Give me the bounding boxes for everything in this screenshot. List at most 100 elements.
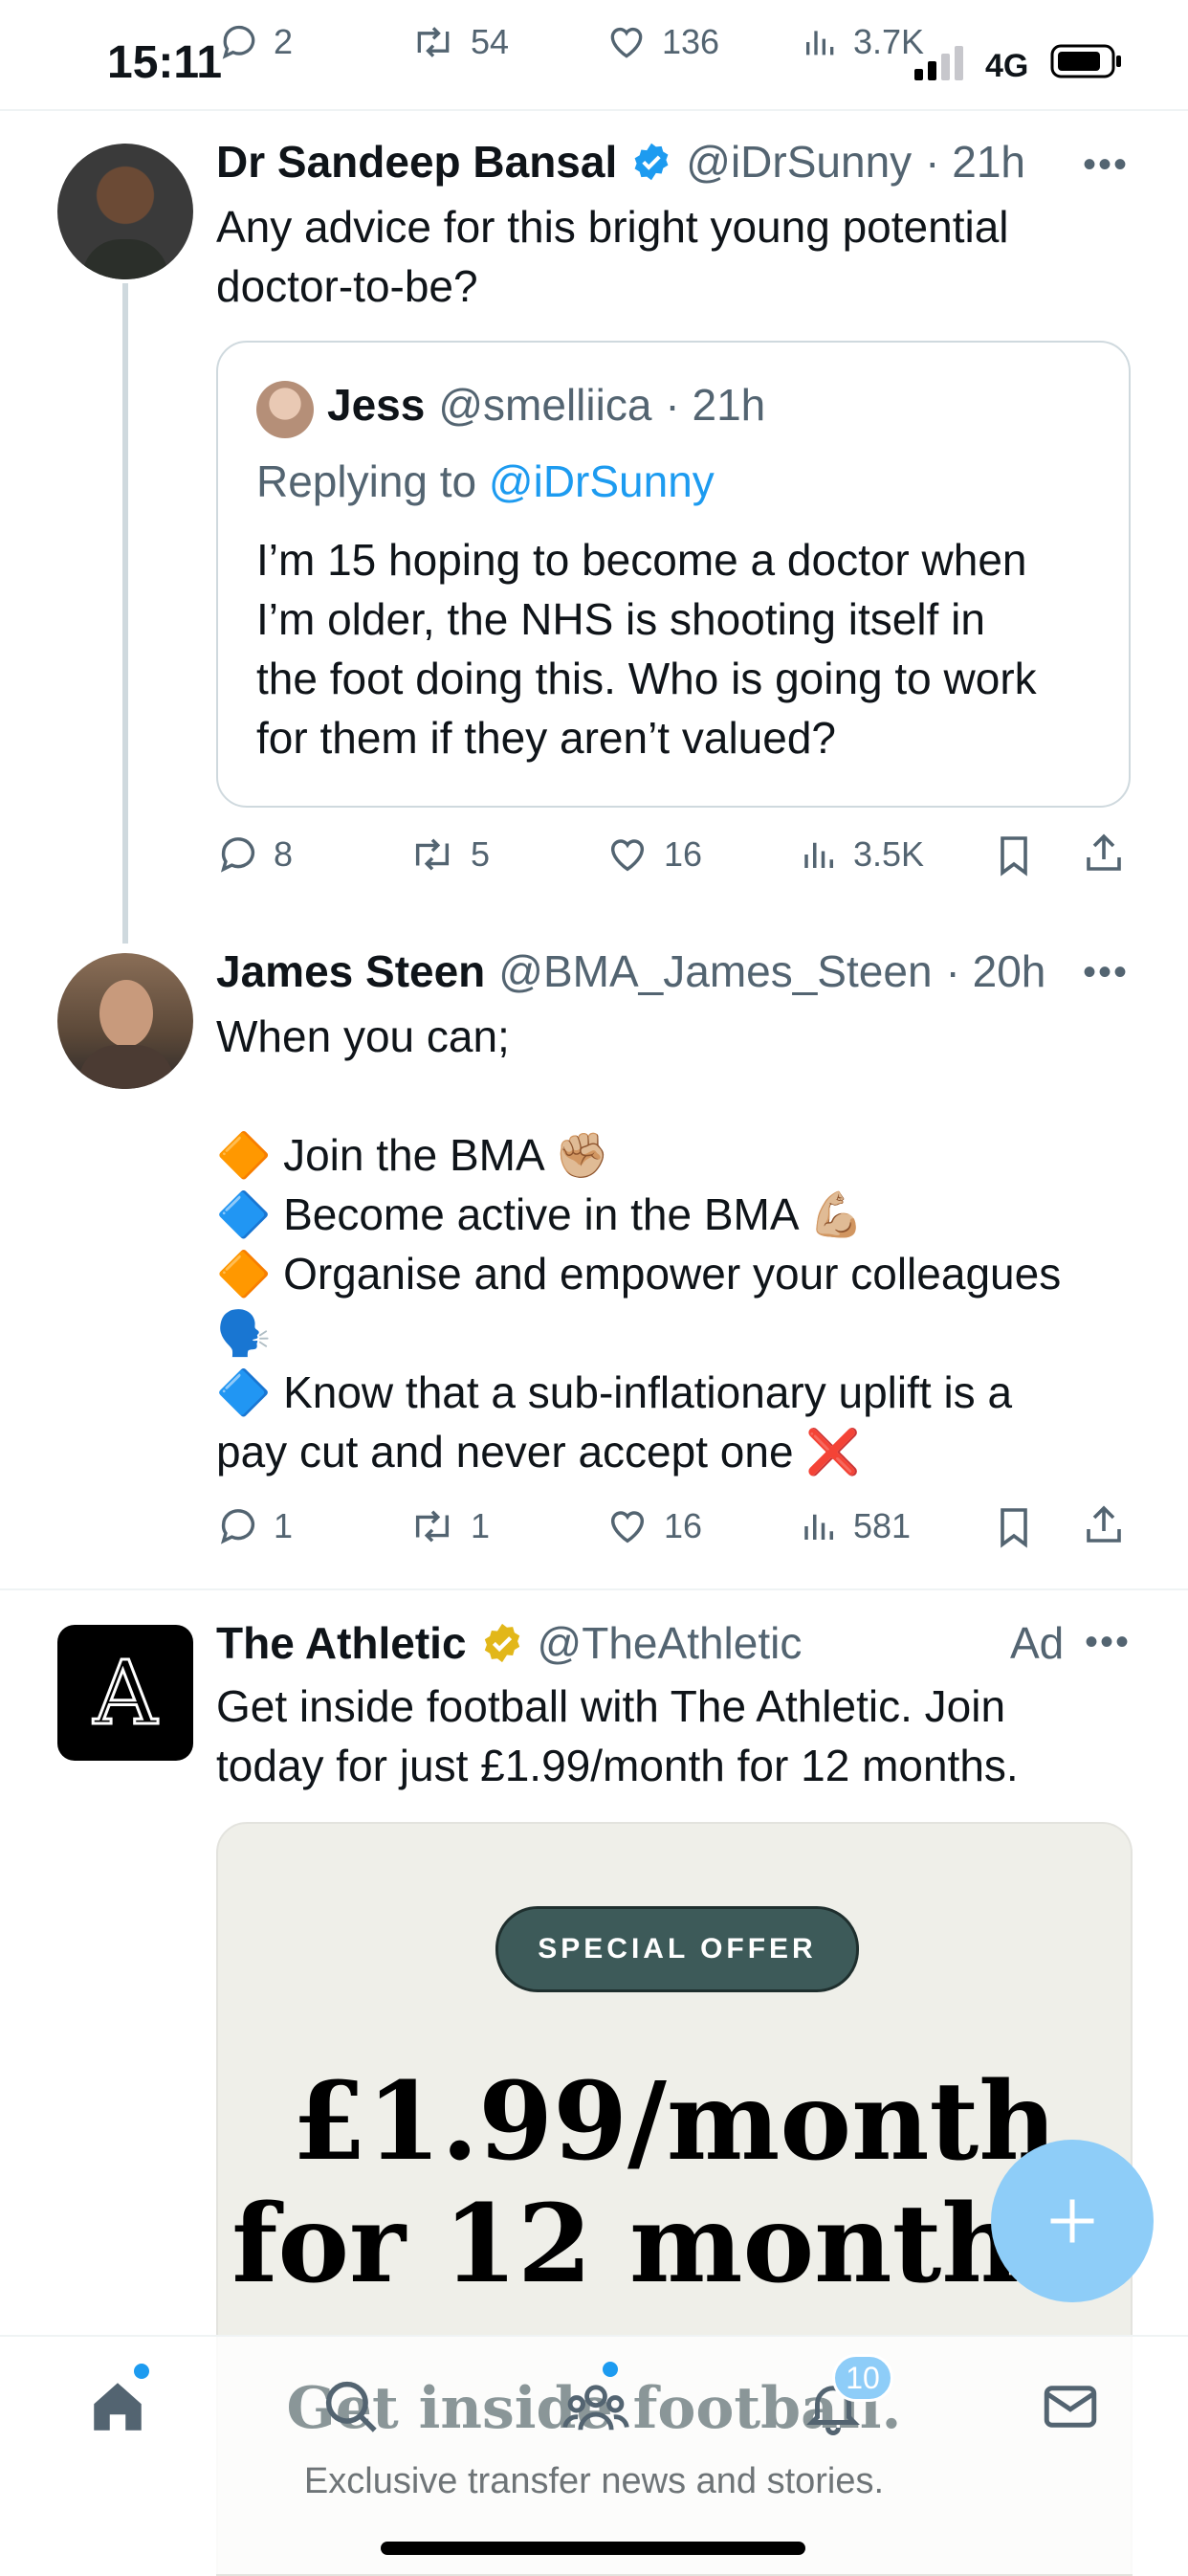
mail-icon — [1039, 2375, 1102, 2438]
special-offer-text: SPECIAL OFFER — [538, 1933, 817, 1965]
tweet2-item2: 🔷 Become active in the BMA 💪🏼 — [216, 1185, 1163, 1244]
orange-diamond-icon: 🔶 — [216, 1249, 272, 1299]
home-icon — [86, 2375, 149, 2438]
tab-messages[interactable] — [1039, 2375, 1102, 2438]
heart-icon — [605, 1504, 650, 1548]
tweet1-retweet-button[interactable]: 5 — [407, 833, 490, 877]
notifications-badge: 10 — [832, 2354, 893, 2402]
quote-text-line1: I’m 15 hoping to become a doctor when — [256, 535, 1027, 585]
tweet2-retweet-button[interactable]: 1 — [407, 1504, 490, 1548]
top-retweet-count: 54 — [471, 22, 510, 61]
tweet1-text-line2: doctor-to-be? — [216, 261, 478, 311]
quote-text-line3: the foot doing this. Who is going to wor… — [256, 654, 1037, 703]
quote-text: I’m 15 hoping to become a doctor when I’… — [256, 530, 1098, 767]
tweet2-more-icon[interactable]: ••• — [1083, 951, 1129, 994]
tweet2-reply-button[interactable]: 1 — [216, 1504, 293, 1548]
communities-icon — [562, 2375, 629, 2438]
tab-home[interactable] — [86, 2364, 149, 2438]
top-reply-count: 2 — [274, 22, 294, 61]
replying-handle[interactable]: @iDrSunny — [489, 456, 715, 506]
quote-text-line2: I’m older, the NHS is shooting itself in — [256, 594, 985, 644]
tweet2-share-icon[interactable] — [1081, 1502, 1127, 1553]
tweet1-time: · 21h — [925, 137, 1026, 187]
home-dot-indicator — [134, 2364, 149, 2379]
special-offer-badge: SPECIAL OFFER — [495, 1906, 859, 1992]
tweet2-like-button[interactable]: 16 — [605, 1504, 702, 1548]
tweet1-reply-button[interactable]: 8 — [216, 833, 293, 877]
tweet2-time: · 20h — [945, 946, 1046, 996]
top-views-stat[interactable]: 3.7K — [802, 21, 924, 63]
orange-diamond-icon: 🔶 — [216, 1130, 272, 1180]
avatar-jess — [256, 381, 314, 438]
ad-label: Ad — [1010, 1618, 1065, 1668]
cross-mark-emoji: ❌ — [805, 1427, 861, 1477]
speaking-head-emoji: 🗣️ — [216, 1308, 272, 1358]
ad-text-line2: today for just £1.99/month for 12 months… — [216, 1741, 1019, 1790]
tab-search[interactable] — [319, 2375, 383, 2438]
tweet1-author-name[interactable]: Dr Sandeep Bansal — [216, 136, 617, 188]
tweet2-author-name[interactable]: James Steen — [216, 945, 485, 997]
thread-line — [122, 283, 128, 944]
heart-icon — [605, 21, 649, 63]
tweet2-item4: 🔷 Know that a sub-inflationary uplift is… — [216, 1363, 1163, 1422]
retweet-icon — [409, 21, 457, 63]
tweet2-retweet-count: 1 — [471, 1506, 491, 1545]
tweet1-handle[interactable]: @iDrSunny — [686, 136, 912, 188]
ad-handle[interactable]: @TheAthletic — [538, 1617, 803, 1669]
tweet2-handle[interactable]: @BMA_James_Steen — [498, 945, 932, 997]
bottom-tab-bar: Get inside football. Exclusive transfer … — [0, 2335, 1188, 2574]
tweet2-item1-text: Join the BMA — [283, 1130, 543, 1180]
tweet2-item2-text: Become active in the BMA — [283, 1189, 797, 1239]
athletic-logo[interactable]: A — [57, 1625, 193, 1761]
quote-header: Jess @smelliica · 21h — [327, 379, 765, 431]
feed-divider — [0, 1588, 1188, 1590]
search-icon — [319, 2375, 383, 2438]
top-like-stat[interactable]: 136 — [605, 21, 719, 63]
top-bar: 15:11 2 54 136 3.7K 4G — [0, 0, 1188, 111]
compose-button[interactable] — [991, 2140, 1154, 2302]
replying-to: Replying to @iDrSunny — [256, 455, 715, 507]
ad-more-icon[interactable]: ••• — [1085, 1621, 1131, 1664]
avatar-sandeep[interactable] — [57, 144, 193, 279]
battery-icon — [1050, 42, 1123, 85]
reply-icon — [216, 1504, 260, 1548]
tweet1-share-icon[interactable] — [1081, 831, 1127, 881]
quoted-tweet-card[interactable]: Jess @smelliica · 21h Replying to @iDrSu… — [216, 341, 1131, 808]
tweet1-header: Dr Sandeep Bansal @iDrSunny · 21h — [216, 136, 1025, 188]
heart-icon — [605, 833, 650, 877]
tweet2-item3-emoji-line: 🗣️ — [216, 1303, 1163, 1363]
quote-text-line4: for them if they aren’t valued? — [256, 713, 836, 763]
tweet1-text-line1: Any advice for this bright young potenti… — [216, 202, 1009, 252]
tweet2-item4-text-line2: pay cut and never accept one — [216, 1427, 794, 1477]
ad-header: The Athletic @TheAthletic — [216, 1617, 802, 1669]
raised-fist-emoji: ✊🏼 — [554, 1130, 610, 1180]
retweet-icon — [407, 833, 457, 877]
tweet2-intro: When you can; — [216, 1011, 510, 1061]
replying-prefix: Replying to — [256, 456, 477, 506]
top-views-count: 3.7K — [853, 22, 925, 61]
tweet2-header: James Steen @BMA_James_Steen · 20h — [216, 945, 1045, 997]
views-icon — [802, 21, 840, 63]
tab-notifications[interactable]: 10 — [802, 2354, 893, 2438]
tweet2-reply-count: 1 — [274, 1506, 294, 1545]
plus-icon — [1044, 2192, 1101, 2250]
tweet2-item3-text: Organise and empower your colleagues — [283, 1249, 1062, 1299]
tab-communities[interactable] — [562, 2362, 629, 2438]
tweet1-like-button[interactable]: 16 — [605, 833, 702, 877]
top-retweet-stat[interactable]: 54 — [409, 21, 509, 63]
gold-verified-badge-icon — [480, 1621, 524, 1665]
ad-author-name[interactable]: The Athletic — [216, 1617, 467, 1669]
top-reply-stat[interactable]: 2 — [218, 21, 293, 63]
tweet1-retweet-count: 5 — [471, 834, 491, 874]
tweet1-bookmark-icon[interactable] — [991, 833, 1037, 883]
quote-handle: @smelliica — [438, 380, 652, 430]
tweet1-views-button[interactable]: 3.5K — [800, 833, 924, 877]
tweet2-item4-text-line1: Know that a sub-inflationary uplift is a — [283, 1367, 1013, 1417]
avatar-james[interactable] — [57, 953, 193, 1089]
tweet1-more-icon[interactable]: ••• — [1083, 144, 1129, 187]
tweet2-bookmark-icon[interactable] — [991, 1504, 1037, 1555]
retweet-icon — [407, 1504, 457, 1548]
tweet2-item1: 🔶 Join the BMA ✊🏼 — [216, 1125, 1163, 1185]
blue-diamond-icon: 🔷 — [216, 1189, 272, 1239]
tweet2-views-button[interactable]: 581 — [800, 1504, 911, 1548]
